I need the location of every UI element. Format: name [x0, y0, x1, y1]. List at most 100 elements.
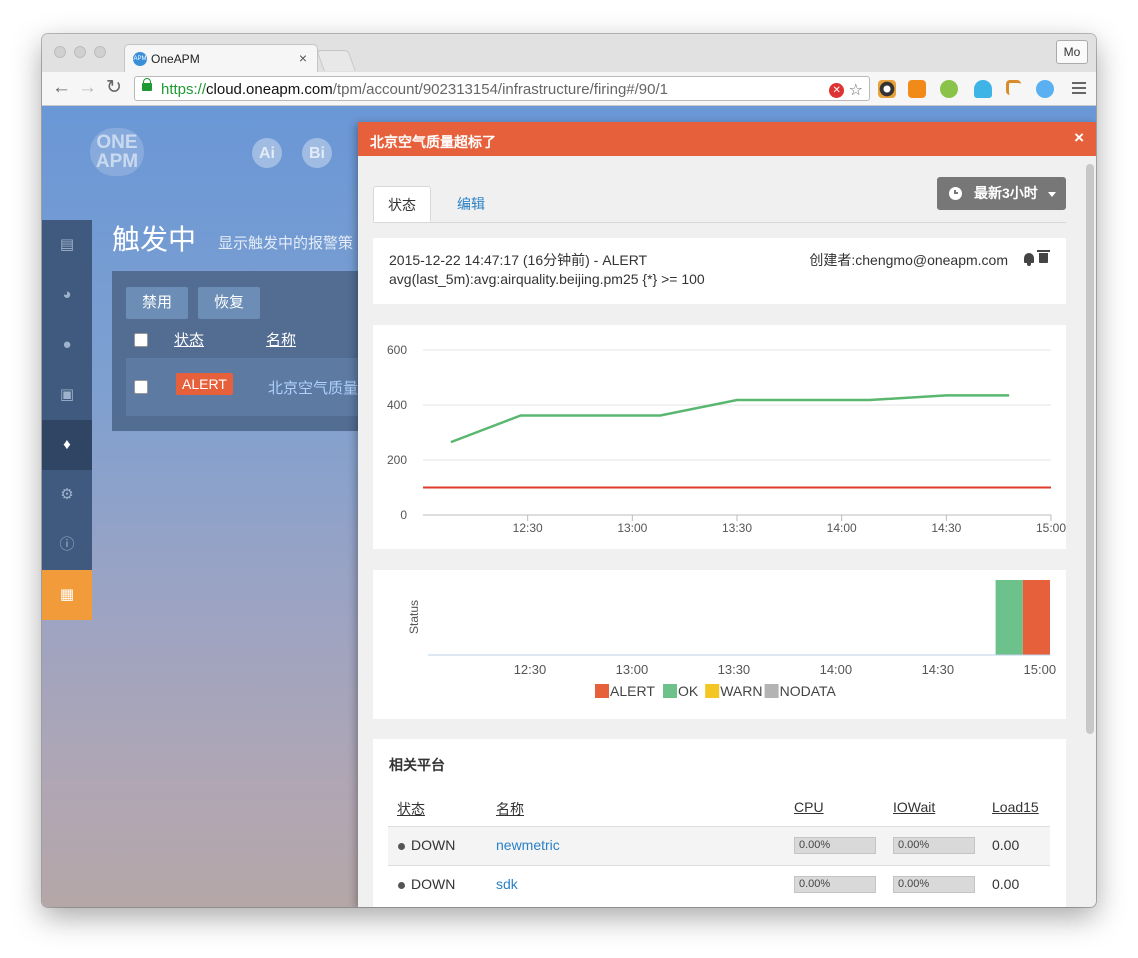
- platform-name-link[interactable]: sdk: [496, 876, 518, 892]
- table-row: DOWN newmetric 0.00% 0.00% 0.00: [388, 826, 1050, 865]
- browser-tab[interactable]: APM OneAPM ×: [124, 44, 318, 73]
- x-tick-label: 13:00: [617, 521, 647, 535]
- legend-label: OK: [678, 683, 699, 699]
- x-tick-label: 14:30: [922, 662, 955, 677]
- table-header-status[interactable]: 状态: [397, 799, 425, 819]
- bookmark-star-icon[interactable]: ☆: [849, 82, 863, 99]
- scrollbar[interactable]: [1086, 164, 1094, 734]
- tab-title: OneAPM: [151, 52, 200, 66]
- name-column-header[interactable]: 名称: [266, 329, 296, 350]
- status-dot-icon: [398, 881, 405, 889]
- lock-icon: [142, 78, 152, 91]
- new-tab-button[interactable]: [316, 50, 356, 71]
- archive-nav-icon[interactable]: ▣: [42, 370, 92, 420]
- x-tick-label: 15:00: [1024, 662, 1057, 677]
- modal-close-icon[interactable]: ×: [1074, 128, 1084, 148]
- pin-extension-icon[interactable]: [1006, 80, 1021, 95]
- app-background: ONE APM Ai Bi ▤ ◕ ● ▣ ♦ ⚙ ⓘ ▦ 触发中 显示触发中的…: [42, 106, 1096, 907]
- restore-button[interactable]: 恢复: [198, 287, 260, 319]
- event-info-card: 2015-12-22 14:47:17 (16分钟前) - ALERT avg(…: [373, 238, 1066, 304]
- close-window-button[interactable]: [54, 46, 66, 58]
- table-header-iowait[interactable]: IOWait: [893, 799, 935, 815]
- alerts-list-panel: 禁用 恢复 状态 名称 ALERT 北京空气质量超: [112, 271, 373, 431]
- status-chart-card: Status 12:30 13:00 13:30 14:00 14:30 15:00 ALER…: [373, 570, 1066, 719]
- address-bar[interactable]: https://cloud.oneapm.com/tpm/account/902…: [134, 76, 870, 101]
- legend-swatch-ok: [663, 684, 677, 698]
- tab-strip: APM OneAPM × Mo: [42, 34, 1096, 73]
- legend-swatch-warn: [705, 684, 720, 698]
- oneapm-logo[interactable]: ONE APM: [90, 128, 144, 176]
- x-tick-label: 13:00: [616, 662, 649, 677]
- help-nav-icon[interactable]: ⓘ: [42, 520, 92, 570]
- bi-product-icon[interactable]: Bi: [302, 138, 332, 168]
- cpu-bar: 0.00%: [794, 837, 876, 854]
- status-column-header[interactable]: 状态: [174, 329, 204, 350]
- caret-down-icon: [1048, 192, 1056, 197]
- select-all-checkbox[interactable]: [134, 333, 148, 347]
- profile-button[interactable]: Mo: [1056, 40, 1088, 64]
- zoom-window-button[interactable]: [94, 46, 106, 58]
- platform-name-link[interactable]: newmetric: [496, 837, 560, 853]
- status-dot-icon: [398, 842, 405, 850]
- status-segment-alert: [1022, 580, 1050, 655]
- alert-detail-modal: 北京空气质量超标了 × 状态 编辑 最新3小时 2015-12-22 14:47…: [358, 122, 1096, 907]
- back-arrow-icon[interactable]: ←: [52, 77, 71, 99]
- legend-swatch-nodata: [764, 684, 779, 698]
- related-platforms-card: 相关平台 状态 名称 CPU IOWait Load15 DOWN newmet…: [373, 739, 1066, 907]
- calendar-nav-icon[interactable]: ▦: [42, 570, 92, 620]
- status-segment-ok: [995, 580, 1023, 655]
- status-cell: DOWN: [398, 837, 455, 853]
- oneapm-favicon-icon: APM: [133, 52, 147, 66]
- legend-swatch-alert: [595, 684, 609, 698]
- browser-toolbar: ← → ↻ https://cloud.oneapm.com/tpm/accou…: [42, 72, 1096, 106]
- tab-status[interactable]: 状态: [373, 186, 431, 222]
- color-picker-extension-icon[interactable]: [878, 80, 896, 98]
- blocked-icon[interactable]: ✕: [829, 83, 845, 99]
- x-tick-label: 12:30: [514, 662, 547, 677]
- y-tick-label: 400: [387, 398, 407, 412]
- x-tick-label: 12:30: [513, 521, 543, 535]
- chrome-menu-icon[interactable]: [1072, 82, 1086, 97]
- load15-cell: 0.00: [992, 837, 1020, 853]
- cpu-bar: 0.00%: [794, 876, 876, 893]
- tab-edit[interactable]: 编辑: [443, 186, 499, 222]
- row-checkbox[interactable]: [134, 380, 148, 394]
- time-range-label: 最新3小时: [974, 185, 1038, 201]
- table-header-cpu[interactable]: CPU: [794, 799, 824, 815]
- shortcut-extension-icon[interactable]: [1036, 80, 1054, 98]
- x-tick-label: 13:30: [722, 521, 752, 535]
- table-header-load15[interactable]: Load15: [992, 799, 1039, 815]
- table-row: DOWN sdk 0.00% 0.00% 0.00: [388, 865, 1050, 904]
- ai-product-icon[interactable]: Ai: [252, 138, 282, 168]
- query-text: avg(last_5m):avg:airquality.beijing.pm25…: [389, 271, 705, 287]
- y-tick-label: 0: [400, 508, 407, 522]
- table-header-name[interactable]: 名称: [496, 799, 524, 819]
- page-subtitle: 显示触发中的报警策: [218, 235, 354, 252]
- status-timeline-chart: Status 12:30 13:00 13:30 14:00 14:30 15:00 ALER…: [407, 580, 1057, 699]
- disable-button[interactable]: 禁用: [126, 287, 188, 319]
- ghost-extension-icon[interactable]: [974, 80, 992, 98]
- settings-gear-nav-icon[interactable]: ⚙: [42, 470, 92, 520]
- alerts-bell-nav-icon[interactable]: ♦: [42, 420, 92, 470]
- tab-close-icon[interactable]: ×: [299, 50, 307, 66]
- url-text[interactable]: https://cloud.oneapm.com/tpm/account/902…: [161, 81, 668, 98]
- x-tick-label: 13:30: [718, 662, 751, 677]
- modal-title: 北京空气质量超标了: [370, 134, 496, 150]
- reload-icon[interactable]: ↻: [106, 77, 122, 99]
- dashboard-nav-icon[interactable]: ◕: [42, 270, 92, 320]
- circle-nav-icon[interactable]: ●: [42, 320, 92, 370]
- servers-nav-icon[interactable]: ▤: [42, 220, 92, 270]
- x-tick-label: 14:00: [827, 521, 857, 535]
- y-axis-label: Status: [407, 600, 421, 634]
- iowait-bar: 0.00%: [893, 837, 975, 854]
- extension-icon[interactable]: [940, 80, 958, 98]
- time-range-dropdown[interactable]: 最新3小时: [937, 177, 1066, 210]
- stats-extension-icon[interactable]: [908, 80, 926, 98]
- y-tick-label: 200: [387, 453, 407, 467]
- metric-series-line: [450, 394, 1010, 444]
- bell-icon[interactable]: [1024, 253, 1034, 266]
- trash-icon[interactable]: [1037, 250, 1050, 263]
- metric-line-chart: 0 200 400 600 12:30 13:00 13:30 14:00 14:30 15:00: [387, 343, 1066, 535]
- forward-arrow-icon[interactable]: →: [78, 77, 97, 99]
- minimize-window-button[interactable]: [74, 46, 86, 58]
